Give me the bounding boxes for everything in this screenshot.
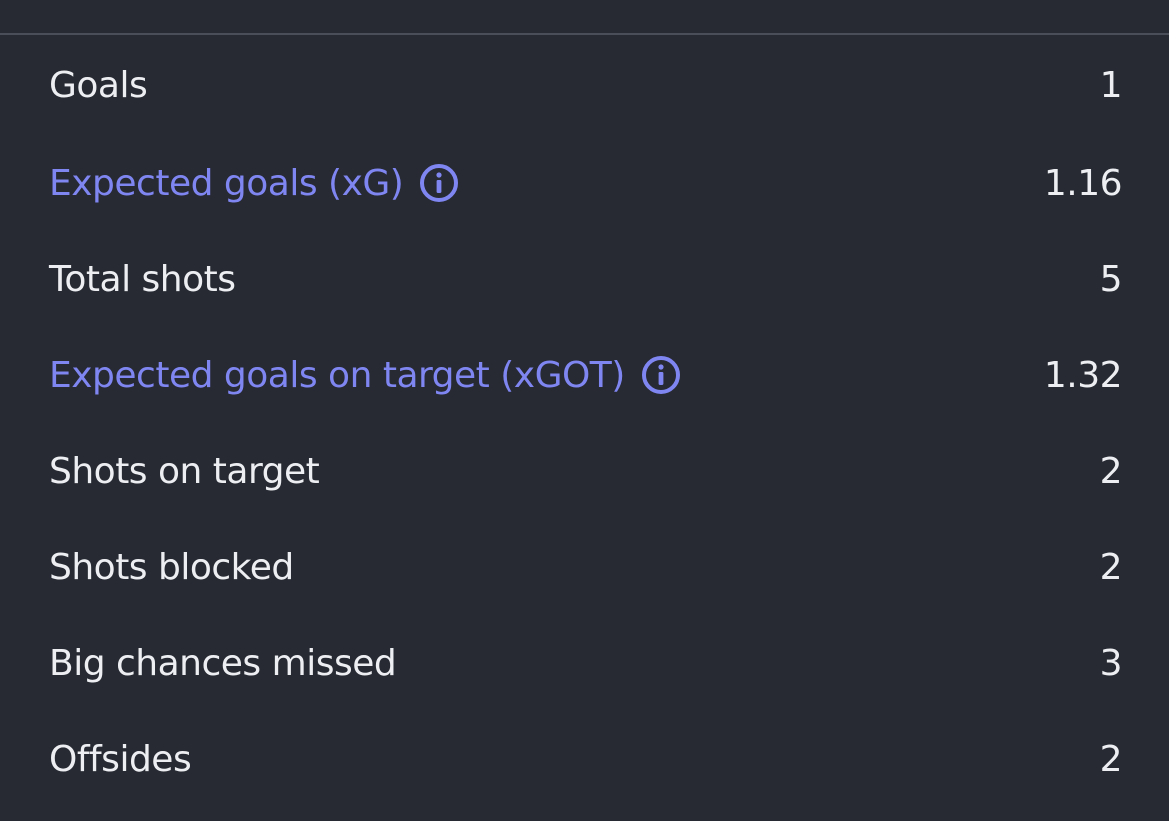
info-icon[interactable] xyxy=(641,355,681,395)
stat-label: Total shots xyxy=(49,258,236,300)
stat-row-offsides: Offsides 2 xyxy=(0,711,1169,807)
stat-label: Shots on target xyxy=(49,450,320,492)
stat-value: 1 xyxy=(1099,64,1123,106)
stat-label: Offsides xyxy=(49,738,192,780)
stat-value: 5 xyxy=(1099,258,1123,300)
info-icon-graphic xyxy=(641,356,680,394)
stat-label: Goals xyxy=(49,64,148,106)
stat-label: Big chances missed xyxy=(49,642,397,684)
stat-label-link[interactable]: Expected goals (xG) xyxy=(49,163,404,204)
stat-label-wrap: Shots blocked xyxy=(49,547,294,588)
info-icon-graphic xyxy=(420,164,459,202)
stat-value: 3 xyxy=(1099,642,1123,684)
stat-row-shots-blocked: Shots blocked 2 xyxy=(0,519,1169,615)
stat-row-expected-goals[interactable]: Expected goals (xG) 1.16 xyxy=(0,135,1169,231)
stat-label-wrap: Offsides xyxy=(49,738,192,780)
stats-list: Goals 1 Expected goals (xG) 1.16 Total s… xyxy=(0,35,1169,807)
stat-label-wrap: Total shots xyxy=(49,259,236,300)
stat-label-link[interactable]: Expected goals on target (xGOT) xyxy=(49,355,625,396)
stat-row-shots-on-target: Shots on target 2 xyxy=(0,423,1169,519)
stat-label-wrap: Expected goals (xG) xyxy=(49,163,459,204)
stat-value: 2 xyxy=(1099,738,1123,780)
stat-value: 1.32 xyxy=(1043,354,1123,396)
stat-label-wrap: Big chances missed xyxy=(49,642,397,684)
stat-row-expected-goals-on-target[interactable]: Expected goals on target (xGOT) 1.32 xyxy=(0,327,1169,423)
stat-row-big-chances-missed: Big chances missed 3 xyxy=(0,615,1169,711)
stat-label-wrap: Goals xyxy=(49,64,148,106)
stat-value: 2 xyxy=(1099,450,1123,492)
stat-label-wrap: Expected goals on target (xGOT) xyxy=(49,355,681,396)
stat-value: 2 xyxy=(1099,546,1123,588)
stat-label-wrap: Shots on target xyxy=(49,450,320,492)
info-icon[interactable] xyxy=(419,163,459,203)
stat-value: 1.16 xyxy=(1043,162,1123,204)
stat-row-total-shots: Total shots 5 xyxy=(0,231,1169,327)
stat-row-goals: Goals 1 xyxy=(0,35,1169,135)
stat-label: Shots blocked xyxy=(49,546,294,588)
